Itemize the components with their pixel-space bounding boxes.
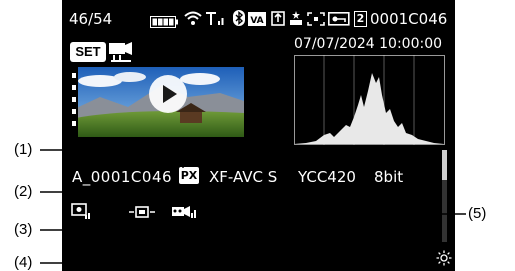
callout-leader-lines — [40, 149, 466, 264]
annotated-screenshot: (1) (2) (3) (4) (5) 46/54 VA 2 0001C046 … — [0, 0, 515, 271]
